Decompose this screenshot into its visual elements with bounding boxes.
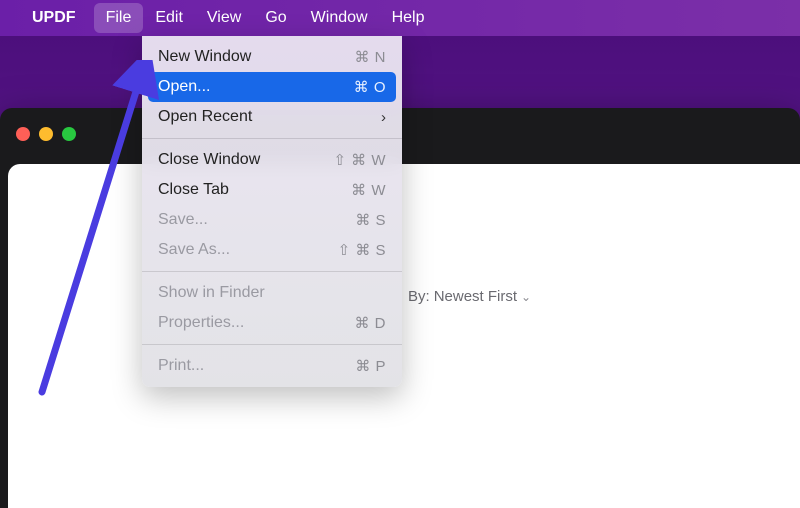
- traffic-light-zoom[interactable]: [62, 127, 76, 141]
- menu-print: Print... ⌘ P: [142, 351, 402, 381]
- menu-separator: [142, 271, 402, 272]
- menu-open-recent[interactable]: Open Recent ›: [142, 102, 402, 132]
- menu-item-label: New Window: [158, 48, 251, 66]
- menu-item-label: Properties...: [158, 314, 244, 332]
- file-menu-dropdown: New Window ⌘ N Open... ⌘ O Open Recent ›…: [142, 36, 402, 387]
- menu-window[interactable]: Window: [299, 3, 380, 33]
- menu-item-shortcut: ⌘ W: [351, 181, 386, 199]
- menu-open[interactable]: Open... ⌘ O: [148, 72, 396, 102]
- menu-item-shortcut: ⌘ O: [354, 78, 386, 96]
- menu-properties: Properties... ⌘ D: [142, 308, 402, 338]
- menu-close-tab[interactable]: Close Tab ⌘ W: [142, 175, 402, 205]
- menu-go[interactable]: Go: [253, 3, 298, 33]
- menu-item-label: Open...: [158, 78, 210, 96]
- menu-edit[interactable]: Edit: [143, 3, 195, 33]
- menu-new-window[interactable]: New Window ⌘ N: [142, 42, 402, 72]
- traffic-light-close[interactable]: [16, 127, 30, 141]
- menu-view[interactable]: View: [195, 3, 253, 33]
- menu-item-shortcut: ⌘ D: [355, 314, 387, 332]
- sort-value: Newest First: [434, 288, 517, 305]
- traffic-light-minimize[interactable]: [39, 127, 53, 141]
- menu-item-shortcut: ⌘ P: [355, 357, 386, 375]
- menu-item-label: Close Tab: [158, 181, 229, 199]
- sort-prefix: By:: [408, 288, 430, 305]
- menu-close-window[interactable]: Close Window ⇧ ⌘ W: [142, 145, 402, 175]
- menu-separator: [142, 344, 402, 345]
- menu-save-as: Save As... ⇧ ⌘ S: [142, 235, 402, 265]
- menu-item-shortcut: ⌘ N: [355, 48, 387, 66]
- chevron-right-icon: ›: [381, 109, 386, 126]
- menu-item-label: Print...: [158, 357, 204, 375]
- menu-save: Save... ⌘ S: [142, 205, 402, 235]
- menu-show-in-finder: Show in Finder: [142, 278, 402, 308]
- menu-item-shortcut: ⇧ ⌘ S: [338, 241, 386, 259]
- sort-dropdown[interactable]: By: Newest First ⌄: [408, 288, 531, 305]
- menu-item-label: Show in Finder: [158, 284, 265, 302]
- app-name[interactable]: UPDF: [28, 9, 80, 27]
- chevron-down-icon: ⌄: [521, 290, 531, 304]
- menu-item-label: Close Window: [158, 151, 260, 169]
- menu-file[interactable]: File: [94, 3, 144, 33]
- menu-item-label: Open Recent: [158, 108, 252, 126]
- menu-item-shortcut: ⌘ S: [355, 211, 386, 229]
- menu-item-label: Save...: [158, 211, 208, 229]
- menu-item-shortcut: ⇧ ⌘ W: [333, 151, 386, 169]
- content-area: By: Newest First ⌄: [8, 164, 800, 508]
- menu-item-label: Save As...: [158, 241, 230, 259]
- menubar: UPDF File Edit View Go Window Help: [0, 0, 800, 36]
- menu-separator: [142, 138, 402, 139]
- menu-help[interactable]: Help: [380, 3, 437, 33]
